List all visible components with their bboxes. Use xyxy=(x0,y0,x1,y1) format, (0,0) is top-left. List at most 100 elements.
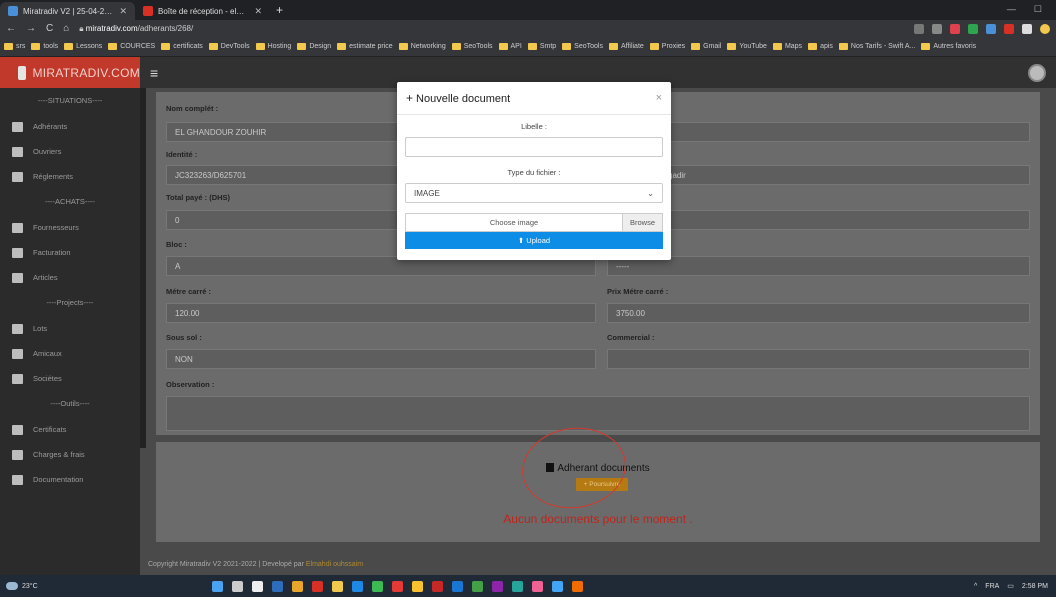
back-icon[interactable]: ← xyxy=(6,23,16,34)
bookmark-item[interactable]: API xyxy=(498,43,522,50)
bookmark-item[interactable]: certificats xyxy=(161,43,203,50)
sidebar-item[interactable]: Documentation xyxy=(0,467,140,492)
libelle-input[interactable] xyxy=(405,137,663,157)
bookmark-label: srs xyxy=(16,43,26,50)
home-icon[interactable]: ⌂ xyxy=(63,23,69,34)
star-icon[interactable] xyxy=(932,23,942,34)
puzzle-icon[interactable] xyxy=(1022,23,1032,34)
bookmark-item[interactable]: apis xyxy=(808,43,833,50)
extension-icon[interactable] xyxy=(968,23,978,34)
sidebar-item[interactable]: Ouvriers xyxy=(0,139,140,164)
sidebar-item[interactable]: Certificats xyxy=(0,417,140,442)
language-indicator[interactable]: FRA xyxy=(985,583,999,590)
tab-title: Boîte de réception - elmahdi.ouh xyxy=(158,6,249,16)
bookmark-item[interactable]: srs xyxy=(4,43,25,50)
task-view-icon[interactable] xyxy=(252,580,263,592)
forward-icon[interactable]: → xyxy=(26,23,36,34)
upload-button[interactable]: ⬆︎ Upload xyxy=(405,232,663,249)
bookmark-label: apis xyxy=(820,43,833,50)
bookmark-item[interactable]: SeoTools xyxy=(562,43,603,50)
vscode-icon[interactable] xyxy=(452,580,463,592)
windows-start-icon[interactable] xyxy=(212,580,223,592)
bookmark-item[interactable]: Lessons xyxy=(64,43,102,50)
bookmark-item[interactable]: COURCES xyxy=(108,43,155,50)
sidebar-item[interactable]: Charges & frais xyxy=(0,442,140,467)
sidebar-item[interactable]: Réglements xyxy=(0,164,140,189)
app-icon[interactable] xyxy=(532,580,543,592)
sidebar-item[interactable]: Sociétes xyxy=(0,366,140,391)
weather-widget[interactable]: 23°C xyxy=(0,582,200,590)
avatar[interactable] xyxy=(1028,63,1046,82)
content-scrollbar[interactable] xyxy=(140,88,146,448)
hamburger-menu-icon[interactable]: ≡ xyxy=(150,65,158,81)
app-icon[interactable] xyxy=(552,580,563,592)
menu-item-icon xyxy=(12,272,23,283)
minimize-icon[interactable]: — xyxy=(1007,4,1016,15)
network-icon[interactable]: ▭ xyxy=(1007,582,1014,590)
sidebar-item[interactable]: Articles xyxy=(0,265,140,290)
app-icon[interactable] xyxy=(272,580,283,592)
bookmark-item[interactable]: Maps xyxy=(772,43,802,50)
soussol-field[interactable]: NON xyxy=(166,349,596,369)
search-icon[interactable] xyxy=(232,580,243,592)
app-icon[interactable] xyxy=(392,580,403,592)
app-icon[interactable] xyxy=(572,580,583,592)
chevron-up-icon[interactable]: ^ xyxy=(974,583,977,590)
app-icon[interactable] xyxy=(412,580,423,592)
browse-button[interactable]: Browse xyxy=(622,214,662,231)
new-tab-icon[interactable]: + xyxy=(270,3,289,20)
profile-icon[interactable] xyxy=(1040,23,1050,34)
close-tab-icon[interactable]: ✕ xyxy=(254,6,262,17)
close-modal-icon[interactable]: × xyxy=(656,92,662,104)
commercial-field[interactable] xyxy=(607,349,1030,369)
close-tab-icon[interactable]: ✕ xyxy=(119,6,127,17)
brand[interactable]: MIRATRADIV.COM xyxy=(0,57,140,88)
bookmark-item[interactable]: Autres favoris xyxy=(921,43,976,50)
tab-gmail[interactable]: Boîte de réception - elmahdi.ouh ✕ xyxy=(135,2,270,20)
share-icon[interactable] xyxy=(914,23,924,34)
choose-image-field[interactable]: Choose image xyxy=(406,214,622,231)
file-type-select[interactable]: IMAGE ⌄ xyxy=(405,183,663,203)
observation-textarea[interactable] xyxy=(166,396,1030,431)
extension-icon[interactable] xyxy=(1004,23,1014,34)
prix-field[interactable]: 3750.00 xyxy=(607,303,1030,323)
extension-icon[interactable] xyxy=(950,23,960,34)
footer-author-link[interactable]: Elmahdi ouhssaim xyxy=(306,561,363,568)
sidebar-item[interactable]: Adhérants xyxy=(0,114,140,139)
edge-icon[interactable] xyxy=(352,580,363,592)
app-icon[interactable] xyxy=(472,580,483,592)
app-icon[interactable] xyxy=(372,580,383,592)
bookmark-item[interactable]: Affiliate xyxy=(608,43,644,50)
bookmark-item[interactable]: Smtp xyxy=(527,43,556,50)
clock[interactable]: 2:58 PM xyxy=(1022,583,1048,590)
bookmark-item[interactable]: Proxies xyxy=(649,43,685,50)
bookmark-item[interactable]: Networking xyxy=(398,43,446,50)
bookmark-item[interactable]: YouTube xyxy=(727,43,767,50)
extension-icon[interactable] xyxy=(986,23,996,34)
bookmark-item[interactable]: DevTools xyxy=(208,43,250,50)
menu-item-icon xyxy=(12,171,23,182)
maximize-icon[interactable]: ☐ xyxy=(1034,4,1042,15)
app-icon[interactable] xyxy=(492,580,503,592)
bookmark-item[interactable]: Hosting xyxy=(255,43,291,50)
chrome-icon[interactable] xyxy=(292,580,303,592)
url-field[interactable]: 🔒︎ miratradiv.com/adherants/268/ xyxy=(79,24,193,34)
sidebar-item-label: Adhérants xyxy=(33,122,68,131)
tab-miratradiv[interactable]: Miratradiv V2 | 25-04-2022 ✕ xyxy=(0,2,135,20)
reload-icon[interactable]: C xyxy=(46,23,53,34)
bookmark-item[interactable]: SeoTools xyxy=(451,43,493,50)
bookmark-item[interactable]: Design xyxy=(297,43,331,50)
app-icon[interactable] xyxy=(432,580,443,592)
bookmark-item[interactable]: tools xyxy=(31,43,58,50)
bookmark-item[interactable]: Nos Tarifs - Swift A... xyxy=(838,43,915,50)
sidebar-item[interactable]: Fournesseurs xyxy=(0,215,140,240)
app-icon[interactable] xyxy=(312,580,323,592)
bookmark-item[interactable]: Gmail xyxy=(691,43,721,50)
folder-icon[interactable] xyxy=(332,580,343,592)
sidebar-item[interactable]: Facturation xyxy=(0,240,140,265)
sidebar-item[interactable]: Amicaux xyxy=(0,341,140,366)
sidebar-item[interactable]: Lots xyxy=(0,316,140,341)
bookmark-item[interactable]: estimate price xyxy=(337,43,393,50)
app-icon[interactable] xyxy=(512,580,523,592)
metre-field[interactable]: 120.00 xyxy=(166,303,596,323)
